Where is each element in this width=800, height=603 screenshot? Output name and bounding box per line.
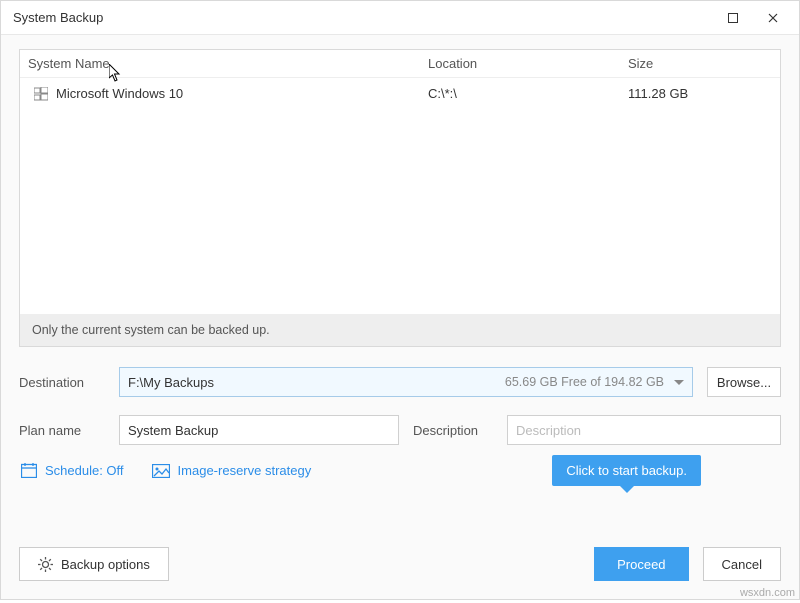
destination-path: F:\My Backups bbox=[128, 375, 505, 390]
plan-name-label: Plan name bbox=[19, 423, 105, 438]
windows-icon bbox=[34, 87, 48, 101]
window-title: System Backup bbox=[13, 10, 713, 25]
table-row[interactable]: Microsoft Windows 10 C:\*:\ 111.28 GB bbox=[20, 78, 780, 109]
cancel-button[interactable]: Cancel bbox=[703, 547, 781, 581]
gear-icon bbox=[38, 557, 53, 572]
row-name: Microsoft Windows 10 bbox=[56, 86, 183, 101]
system-table: System Name Location Size Microsoft Wind… bbox=[19, 49, 781, 347]
description-label: Description bbox=[413, 423, 493, 438]
chevron-down-icon bbox=[674, 380, 684, 385]
table-note: Only the current system can be backed up… bbox=[20, 314, 780, 346]
backup-options-button[interactable]: Backup options bbox=[19, 547, 169, 581]
col-header-name: System Name bbox=[28, 56, 428, 71]
start-backup-tooltip: Click to start backup. bbox=[552, 455, 701, 486]
destination-label: Destination bbox=[19, 375, 105, 390]
plan-name-input[interactable] bbox=[119, 415, 399, 445]
col-header-location: Location bbox=[428, 56, 628, 71]
row-location: C:\*:\ bbox=[428, 86, 628, 101]
table-header: System Name Location Size bbox=[20, 50, 780, 78]
calendar-icon bbox=[21, 463, 37, 478]
col-header-size: Size bbox=[628, 56, 772, 71]
proceed-button[interactable]: Proceed bbox=[594, 547, 688, 581]
destination-dropdown[interactable]: F:\My Backups 65.69 GB Free of 194.82 GB bbox=[119, 367, 693, 397]
maximize-button[interactable] bbox=[713, 1, 753, 35]
close-button[interactable] bbox=[753, 1, 793, 35]
square-icon bbox=[728, 13, 738, 23]
browse-button[interactable]: Browse... bbox=[707, 367, 781, 397]
image-reserve-link[interactable]: Image-reserve strategy bbox=[152, 463, 312, 478]
schedule-link[interactable]: Schedule: Off bbox=[21, 463, 124, 478]
description-input[interactable] bbox=[507, 415, 781, 445]
schedule-text: Schedule: Off bbox=[45, 463, 124, 478]
image-icon bbox=[152, 464, 170, 478]
image-reserve-text: Image-reserve strategy bbox=[178, 463, 312, 478]
watermark: wsxdn.com bbox=[740, 587, 795, 599]
close-icon bbox=[768, 13, 778, 23]
backup-options-label: Backup options bbox=[61, 557, 150, 572]
titlebar: System Backup bbox=[1, 1, 799, 35]
destination-free-text: 65.69 GB Free of 194.82 GB bbox=[505, 375, 670, 389]
row-size: 111.28 GB bbox=[628, 86, 772, 101]
